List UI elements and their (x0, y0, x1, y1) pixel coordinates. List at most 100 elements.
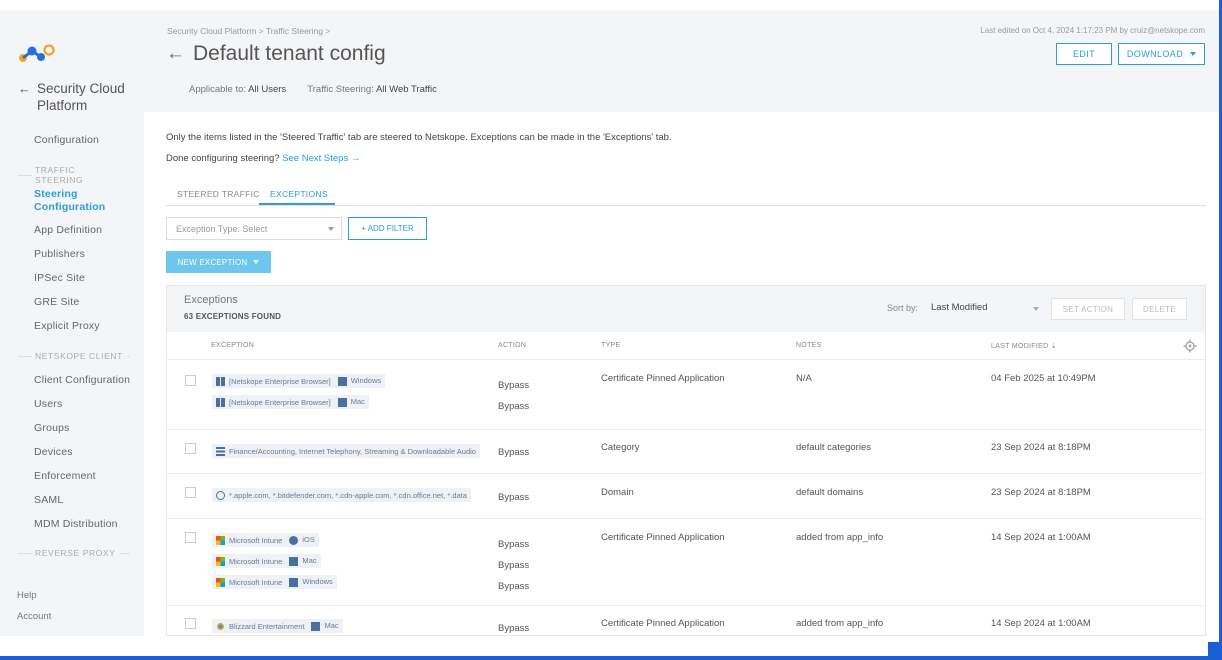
exception-chip: [Netskope Enterprise Browser] Mac (212, 395, 369, 409)
sort-select[interactable]: Last Modified (931, 302, 988, 313)
globe-icon (216, 490, 225, 500)
notes-cell: N/A (796, 373, 812, 384)
sidebar-item-users[interactable]: Users (34, 398, 62, 410)
exception-chip: Microsoft Intune iOS (212, 533, 319, 547)
sidebar-account-link[interactable]: Account (17, 611, 51, 622)
row-checkbox[interactable] (185, 618, 196, 629)
download-button[interactable]: DOWNLOAD (1118, 43, 1205, 65)
back-arrow-icon[interactable]: ← (166, 43, 185, 65)
sidebar-item-steering-configuration[interactable]: Steering Configuration (34, 188, 114, 214)
table-row[interactable]: *.apple.com, *.bitdefender.com, *.cdn-ap… (167, 473, 1205, 518)
sidebar-item-configuration[interactable]: Configuration (34, 134, 99, 146)
chevron-down-icon (328, 227, 334, 231)
exception-type-select[interactable]: Exception Type: Select (166, 217, 342, 240)
table-row[interactable]: Microsoft Intune iOS Microsoft Intune Ma… (167, 518, 1205, 605)
table-row[interactable]: Blizzard Entertainment Mac Bypass Certif… (167, 605, 1205, 635)
type-cell: Category (601, 442, 640, 453)
row-checkbox[interactable] (185, 443, 196, 454)
sort-label: Sort by: (887, 303, 919, 313)
set-action-button[interactable]: SET ACTION (1051, 298, 1125, 320)
exception-chip: Blizzard Entertainment Mac (212, 619, 343, 633)
last-modified-cell: 23 Sep 2024 at 8:18PM (991, 487, 1091, 498)
sidebar-item-devices[interactable]: Devices (34, 446, 73, 458)
sidebar-item-enforcement[interactable]: Enforcement (34, 470, 96, 482)
sidebar-section-netskope-client: NETSKOPE CLIENT (18, 351, 130, 361)
column-header-notes[interactable]: NOTES (796, 342, 822, 349)
column-header-last-modified[interactable]: LAST MODIFIED ⇣ (991, 342, 1057, 350)
page-header: Security Cloud Platform > Traffic Steeri… (144, 10, 1219, 112)
microsoft-logo-icon (216, 535, 225, 545)
exception-chip: Microsoft Intune Mac (212, 554, 321, 568)
applicable-info: Applicable to: All Users Traffic Steerin… (189, 84, 437, 95)
exceptions-panel: Exceptions 63 EXCEPTIONS FOUND Sort by: … (166, 285, 1206, 636)
action-cell: Bypass (498, 623, 530, 634)
row-checkbox[interactable] (185, 532, 196, 543)
last-modified-cell: 14 Sep 2024 at 1:00AM (991, 532, 1091, 543)
sidebar-item-app-definition[interactable]: App Definition (34, 224, 102, 236)
table-row[interactable]: Finance/Accounting, Internet Telephony, … (167, 429, 1205, 473)
page-title-text: Default tenant config (193, 42, 386, 65)
row-checkbox[interactable] (185, 487, 196, 498)
delete-button[interactable]: DELETE (1132, 298, 1187, 320)
windows-icon (337, 376, 347, 386)
back-to-platform-link[interactable]: ← Security Cloud Platform (18, 80, 140, 114)
see-next-steps-link[interactable]: See Next Steps → (282, 153, 360, 164)
last-edited-text: Last edited on Oct 4, 2024 1:17:23 PM by… (980, 26, 1205, 35)
action-cell: Bypass (498, 581, 530, 592)
type-cell: Certificate Pinned Application (601, 618, 725, 629)
panel-header: Exceptions 63 EXCEPTIONS FOUND Sort by: … (167, 286, 1205, 332)
action-cell: Bypass (498, 447, 530, 458)
table-row[interactable]: [Netskope Enterprise Browser] Windows [N… (167, 359, 1205, 429)
corner-marker (1208, 642, 1222, 660)
sidebar-help-link[interactable]: Help (17, 590, 37, 601)
sidebar-item-gre-site[interactable]: GRE Site (34, 296, 79, 308)
chevron-down-icon (1190, 52, 1197, 56)
chevron-down-icon[interactable] (1033, 307, 1039, 311)
mac-icon (311, 621, 321, 631)
sidebar: ← Security Cloud Platform Configuration … (0, 10, 144, 636)
action-cell: Bypass (498, 380, 530, 391)
sidebar-item-saml[interactable]: SAML (34, 494, 63, 506)
windows-icon (289, 577, 299, 587)
action-cell: Bypass (498, 492, 530, 503)
exceptions-count: 63 EXCEPTIONS FOUND (184, 312, 282, 321)
last-modified-cell: 04 Feb 2025 at 10:49PM (991, 373, 1096, 384)
microsoft-logo-icon (216, 577, 225, 587)
add-filter-button[interactable]: + ADD FILTER (348, 217, 427, 240)
last-modified-cell: 14 Sep 2024 at 1:00AM (991, 618, 1091, 629)
back-platform-label: Security Cloud Platform (37, 81, 125, 113)
column-header-action[interactable]: ACTION (498, 342, 526, 349)
edit-button[interactable]: EDIT (1056, 43, 1112, 65)
tab-steered-traffic[interactable]: STEERED TRAFFIC (177, 189, 260, 199)
sidebar-item-mdm-distribution[interactable]: MDM Distribution (34, 518, 118, 530)
back-arrow-icon: ← (18, 81, 31, 96)
type-cell: Certificate Pinned Application (601, 532, 725, 543)
steering-value: All Web Traffic (375, 84, 437, 95)
type-cell: Domain (601, 487, 634, 498)
apple-icon (289, 535, 299, 545)
row-checkbox[interactable] (185, 375, 196, 386)
action-cell: Bypass (498, 539, 530, 550)
sort-arrow-icon: ⇣ (1050, 343, 1057, 350)
sidebar-item-client-configuration[interactable]: Client Configuration (34, 374, 130, 386)
tab-bar: STEERED TRAFFIC EXCEPTIONS (166, 180, 1206, 206)
tab-exceptions[interactable]: EXCEPTIONS (270, 189, 328, 199)
sidebar-item-publishers[interactable]: Publishers (34, 248, 85, 260)
exception-chip: [Netskope Enterprise Browser] Windows (212, 374, 386, 388)
breadcrumb[interactable]: Security Cloud Platform > Traffic Steeri… (167, 26, 330, 36)
sidebar-item-ipsec-site[interactable]: IPSec Site (34, 272, 85, 284)
column-header-type[interactable]: TYPE (601, 342, 620, 349)
exception-chip: Finance/Accounting, Internet Telephony, … (212, 444, 480, 458)
blizzard-logo-icon (216, 621, 225, 631)
sidebar-item-groups[interactable]: Groups (34, 422, 70, 434)
sidebar-item-explicit-proxy[interactable]: Explicit Proxy (34, 320, 100, 332)
notes-cell: added from app_info (796, 618, 884, 629)
column-header-exception[interactable]: EXCEPTION (211, 342, 254, 349)
type-cell: Certificate Pinned Application (601, 373, 725, 384)
last-modified-cell: 23 Sep 2024 at 8:18PM (991, 442, 1091, 453)
new-exception-button[interactable]: NEW EXCEPTION (166, 251, 271, 273)
chevron-down-icon (253, 260, 260, 264)
exception-chip: *.apple.com, *.bitdefender.com, *.cdn-ap… (212, 488, 471, 502)
gear-icon[interactable] (1183, 339, 1197, 353)
notes-cell: default categories (796, 442, 871, 453)
